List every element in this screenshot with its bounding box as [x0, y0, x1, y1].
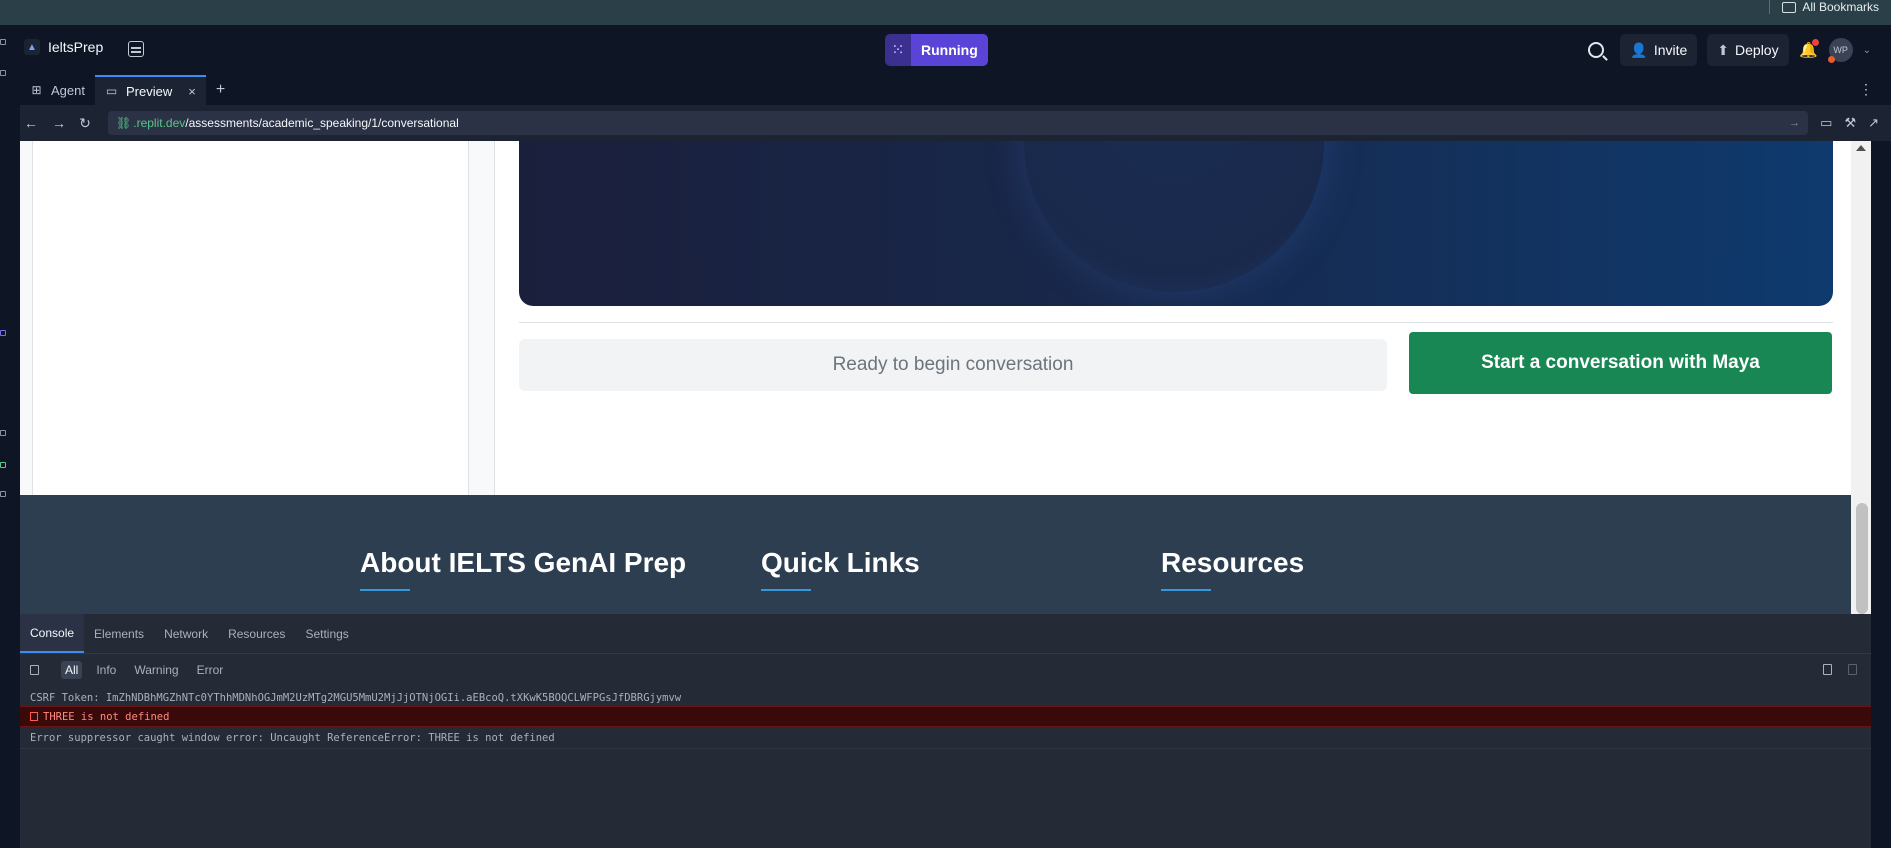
footer-heading-quick-links: Quick Links	[761, 547, 920, 591]
tab-label: Agent	[51, 82, 85, 98]
devtools-tabs: Console Elements Network Resources Setti…	[20, 614, 1871, 654]
devtools-tab-console[interactable]: Console	[20, 614, 85, 653]
clear-console-icon[interactable]	[30, 665, 39, 675]
avatar-visual-panel	[519, 141, 1833, 306]
close-icon[interactable]: ×	[188, 84, 196, 99]
forward-arrow-icon[interactable]: →	[50, 114, 68, 132]
pane-tabs: ⊞ Agent ▭ Preview × + ⋮	[20, 75, 1891, 105]
tab-agent[interactable]: ⊞ Agent	[20, 75, 95, 105]
device-icon[interactable]: ▭	[1820, 115, 1832, 131]
go-arrow-icon[interactable]: →	[1789, 117, 1800, 129]
invite-button[interactable]: 👤 Invite	[1620, 34, 1698, 66]
open-external-icon[interactable]: ↗	[1868, 115, 1879, 131]
preview-address-bar: ← → ↻ ⛓ .replit.dev /assessments/academi…	[20, 105, 1891, 141]
footer-heading-about: About IELTS GenAI Prep	[360, 547, 687, 591]
avatar-initials: WP	[1833, 45, 1848, 55]
url-path: /assessments/academic_speaking/1/convers…	[185, 116, 459, 130]
reload-icon[interactable]: ↻	[76, 114, 94, 132]
all-bookmarks-button[interactable]: All Bookmarks	[1769, 0, 1879, 14]
devtools-tab-network[interactable]: Network	[154, 614, 218, 653]
notifications-bell-icon[interactable]: 🔔	[1799, 39, 1819, 60]
devtools-panel: Console Elements Network Resources Setti…	[20, 614, 1871, 848]
devtools-tab-resources[interactable]: Resources	[218, 614, 295, 653]
copy-icon[interactable]	[1823, 664, 1832, 675]
strip-icon[interactable]	[0, 491, 6, 497]
bookmarks-bar: All Bookmarks	[0, 0, 1891, 25]
chevron-down-icon[interactable]: ⌄	[1863, 45, 1871, 56]
running-button[interactable]: Running	[911, 34, 988, 66]
app-brand[interactable]: ▲ IeltsPrep	[24, 39, 103, 55]
filter-all[interactable]: All	[61, 661, 83, 679]
more-options-icon[interactable]: ⋮	[1859, 81, 1873, 98]
filter-info[interactable]: Info	[92, 661, 120, 679]
bookmarks-separator	[1769, 0, 1771, 14]
scroll-thumb[interactable]	[1856, 503, 1868, 614]
search-icon[interactable]	[1588, 42, 1605, 58]
wrench-icon[interactable]: ⚒	[1844, 115, 1856, 131]
app-name: IeltsPrep	[48, 39, 104, 55]
strip-icon[interactable]	[0, 430, 6, 436]
tab-preview[interactable]: ▭ Preview ×	[94, 75, 206, 105]
link-icon: ⛓	[116, 116, 132, 130]
deploy-label: Deploy	[1735, 42, 1779, 58]
avatar[interactable]: WP	[1827, 38, 1853, 63]
header-actions: 👤 Invite ⬆ Deploy 🔔 WP ⌄	[1588, 34, 1871, 66]
deploy-icon: ⬆	[1717, 41, 1730, 58]
app-logo-icon: ▲	[24, 39, 40, 55]
devtools-tab-settings[interactable]: Settings	[295, 614, 358, 653]
avatar-badge	[1827, 56, 1835, 63]
error-icon	[30, 712, 38, 721]
agent-icon: ⊞	[31, 83, 42, 97]
tab-label: Preview	[125, 83, 173, 99]
filter-error[interactable]: Error	[193, 661, 228, 679]
strip-icon[interactable]	[0, 70, 6, 76]
url-host: .replit.dev	[133, 116, 186, 130]
run-control: ⁙ Running	[885, 34, 988, 66]
log-text: THREE is not defined	[43, 710, 170, 723]
folder-icon	[1782, 1, 1797, 13]
add-tab-button[interactable]: +	[206, 75, 235, 105]
strip-icon[interactable]	[0, 330, 6, 336]
scroll-up-icon[interactable]	[1856, 145, 1866, 151]
strip-icon[interactable]	[0, 39, 6, 45]
back-arrow-icon[interactable]: ←	[22, 114, 40, 132]
all-bookmarks-label: All Bookmarks	[1802, 0, 1879, 14]
devtools-actions	[1823, 664, 1857, 675]
page-scrollbar[interactable]	[1851, 141, 1871, 614]
left-activity-strip	[0, 25, 20, 848]
url-input[interactable]: ⛓ .replit.dev /assessments/academic_spea…	[108, 111, 1808, 135]
dock-icon[interactable]	[1848, 664, 1857, 675]
card-divider	[519, 322, 1833, 323]
conversation-status: Ready to begin conversation	[519, 339, 1387, 391]
console-error-row: THREE is not defined	[20, 706, 1871, 727]
devtools-tab-elements[interactable]: Elements	[84, 614, 154, 653]
workspace-header: ▲ IeltsPrep ⁙ Running 👤 Invite ⬆ Deploy …	[20, 25, 1891, 75]
strip-icon[interactable]	[0, 462, 6, 468]
log-text: Error suppressor caught window error: Un…	[30, 732, 555, 744]
layout-icon[interactable]	[128, 41, 144, 57]
log-text: CSRF Token: ImZhNDBhMGZhNTc0YThhMDNhOGJm…	[30, 692, 682, 704]
start-conversation-button[interactable]: Start a conversation with Maya	[1409, 332, 1832, 394]
deploy-button[interactable]: ⬆ Deploy	[1707, 34, 1789, 66]
invite-label: Invite	[1653, 42, 1688, 58]
add-user-icon: 👤	[1630, 41, 1648, 58]
monitor-icon: ▭	[105, 84, 118, 98]
filter-warning[interactable]: Warning	[130, 661, 182, 679]
notification-dot	[1811, 39, 1819, 46]
site-footer: About IELTS GenAI Prep Quick Links Resou…	[20, 495, 1871, 614]
voice-orb	[1024, 141, 1324, 292]
preview-frame: Ready to begin conversation Start a conv…	[20, 141, 1871, 614]
console-filters: All Info Warning Error	[20, 654, 1871, 686]
console-log-row: Error suppressor caught window error: Un…	[20, 728, 1871, 749]
run-grid-icon[interactable]: ⁙	[885, 34, 911, 66]
address-tools: ▭ ⚒ ↗	[1820, 115, 1879, 131]
footer-heading-resources: Resources	[1161, 547, 1305, 591]
